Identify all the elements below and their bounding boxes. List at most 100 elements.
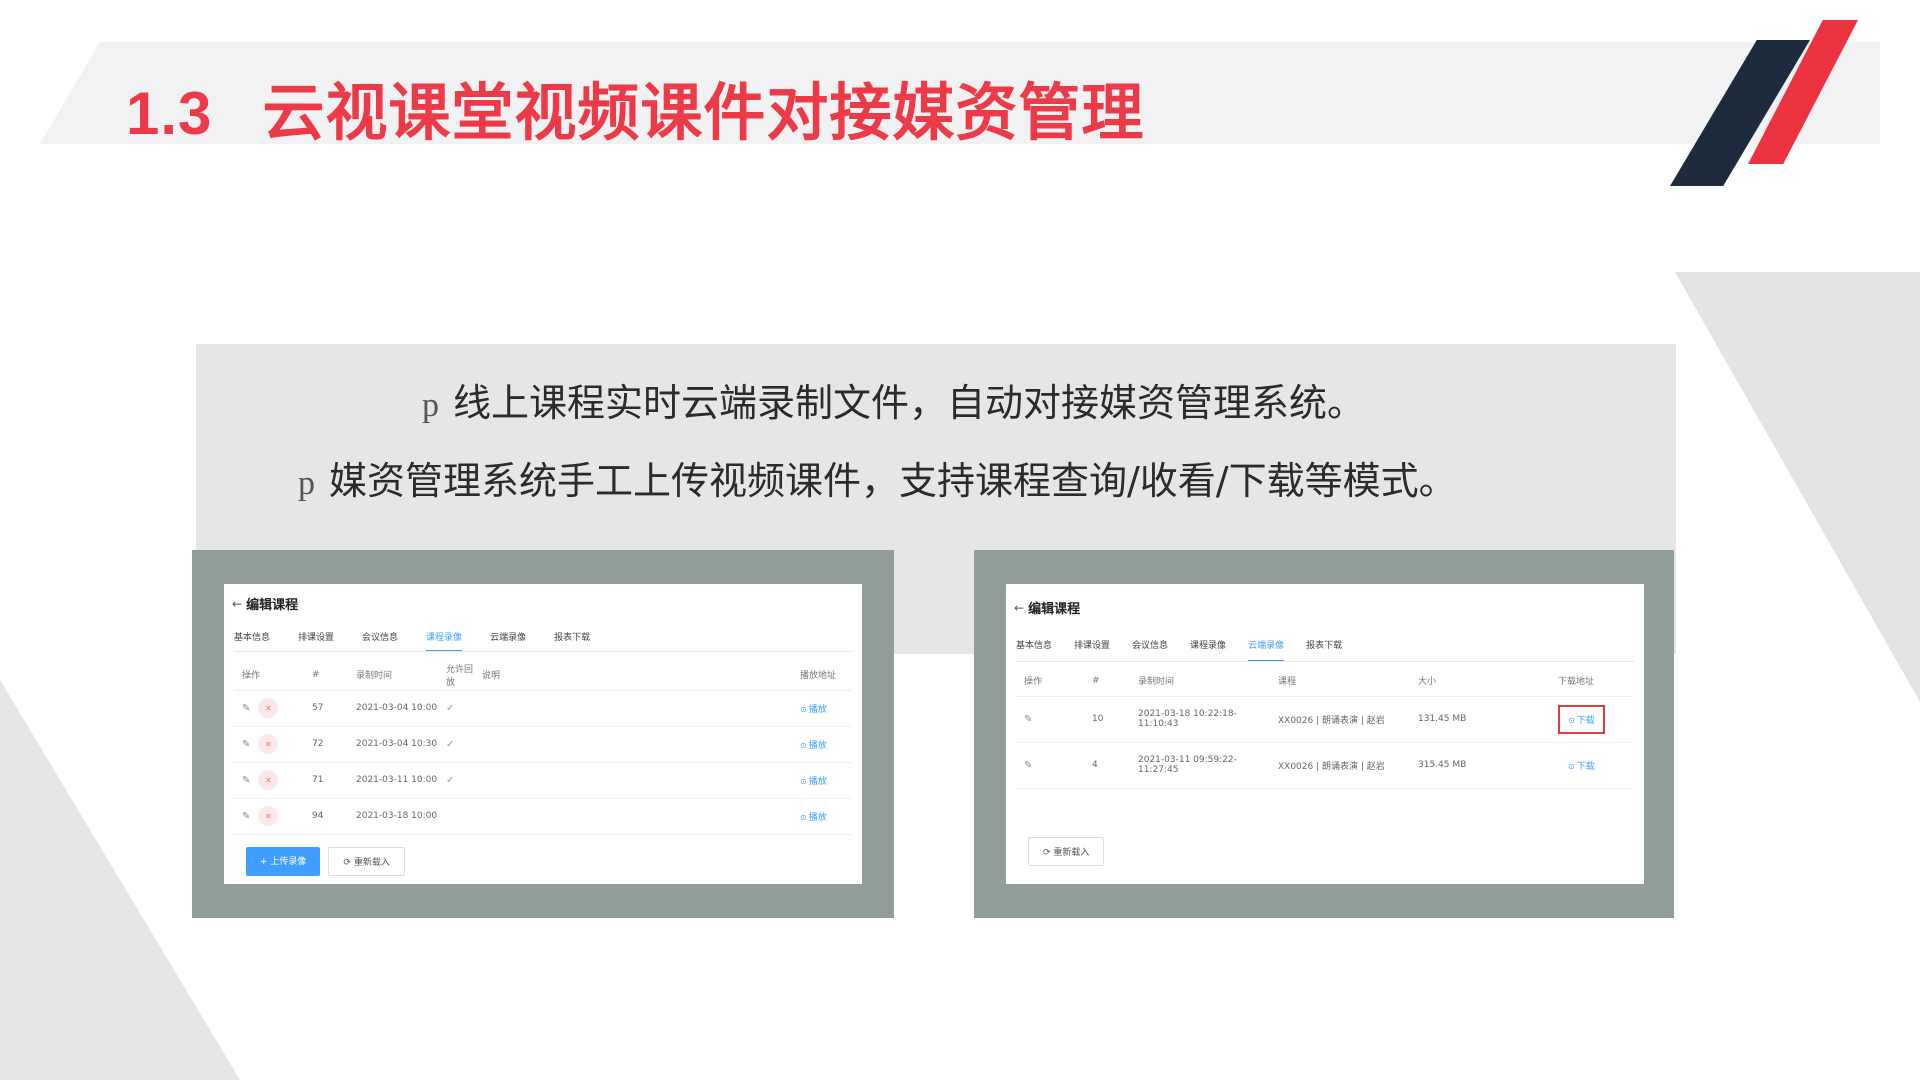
row-time: 2021-03-18 10:22:18-11:10:43 [1130,696,1270,743]
play-link[interactable]: ⊙ 播放 [800,777,827,787]
slide-title-text: 云视课堂视频课件对接媒资管理 [262,76,1145,149]
delete-icon[interactable]: ✕ [258,734,279,754]
tab-schedule[interactable]: 排课设置 [298,630,334,651]
delete-icon[interactable]: ✕ [258,806,279,826]
table-header-row: 操作 # 录制时间 课程 大小 下载地址 [1016,666,1634,697]
tab-bar: 基本信息 排课设置 会议信息 课程录像 云端录像 报表下载 [1016,638,1634,662]
tab-basic-info[interactable]: 基本信息 [1016,638,1052,661]
tab-meeting-info[interactable]: 会议信息 [362,630,398,651]
row-id: 72 [304,726,348,763]
bullet-item: p 媒资管理系统手工上传视频课件，支持课程查询/收看/下载等模式。 [298,450,1457,505]
row-course: XX0026 | 朗诵表演 | 赵岩 [1270,742,1410,789]
tab-course-recordings[interactable]: 课程录像 [426,630,463,651]
panel-title: 编辑课程 [1028,602,1081,617]
row-time: 2021-03-18 10:00 [348,798,438,835]
edit-icon[interactable]: ✎ [1024,714,1032,725]
delete-icon[interactable]: ✕ [258,770,279,790]
table-header-row: 操作 # 录制时间 允许回放 说明 播放地址 [234,660,852,691]
download-icon: ⊙ [1568,715,1575,725]
column-header: 大小 [1410,666,1550,697]
column-header: 允许回放 [438,660,474,691]
edit-icon[interactable]: ✎ [242,739,250,750]
tab-cloud-recordings[interactable]: 云端录像 [490,630,526,651]
table-row: ✎ 10 2021-03-18 10:22:18-11:10:43 XX0026… [1016,696,1634,743]
column-header: 说明 [474,660,792,691]
decorative-triangle-right [1675,272,1920,702]
tab-bar: 基本信息 排课设置 会议信息 课程录像 云端录像 报表下载 [234,630,852,652]
row-time: 2021-03-11 09:59:22-11:27:45 [1130,742,1270,789]
tab-cloud-recordings[interactable]: 云端录像 [1248,638,1285,661]
row-course: XX0026 | 朗诵表演 | 赵岩 [1270,696,1410,743]
back-arrow-icon[interactable]: ← [232,597,242,611]
edit-icon[interactable]: ✎ [1024,760,1032,771]
recordings-table: 操作 # 录制时间 允许回放 说明 播放地址 ✎ ✕ 57 2021-03-04 … [234,660,852,835]
download-icon: ⊙ [1568,761,1575,771]
row-id: 57 [304,690,348,727]
download-link[interactable]: ⊙ 下载 [1558,762,1595,772]
check-icon [438,798,474,835]
bullet-marker: p [422,387,439,424]
edit-icon[interactable]: ✎ [242,811,250,822]
table-row: ✎ ✕ 71 2021-03-11 10:00 ✓ ⊙ 播放 [234,762,852,799]
tab-basic-info[interactable]: 基本信息 [234,630,270,651]
column-header: # [1084,666,1130,697]
button-row: + 上传录像 ⟳ 重新载入 [246,847,405,876]
bullet-marker: p [298,465,315,502]
row-id: 10 [1084,696,1130,743]
upload-recording-button[interactable]: + 上传录像 [246,847,321,876]
table-row: ✎ 4 2021-03-11 09:59:22-11:27:45 XX0026 … [1016,742,1634,789]
row-time: 2021-03-04 10:00 [348,690,438,727]
edit-icon[interactable]: ✎ [242,775,250,786]
tab-course-recordings[interactable]: 课程录像 [1190,638,1226,661]
play-link[interactable]: ⊙ 播放 [800,813,827,823]
delete-icon[interactable]: ✕ [258,698,279,718]
column-header: 操作 [234,660,304,691]
column-header: 录制时间 [1130,666,1270,697]
refresh-icon: ⟳ [343,858,354,868]
bullet-text: 线上课程实时云端录制文件，自动对接媒资管理系统。 [453,381,1366,425]
cloud-recordings-table: 操作 # 录制时间 课程 大小 下载地址 ✎ 10 2021-03-18 10:… [1016,666,1634,789]
row-id: 4 [1084,742,1130,789]
row-id: 71 [304,762,348,799]
download-link[interactable]: ⊙ 下载 [1558,704,1605,734]
panel-header: ← 编辑课程 [232,594,299,614]
tab-report-download[interactable]: 报表下载 [554,630,590,651]
column-header: 播放地址 [792,660,852,691]
reload-button[interactable]: ⟳ 重新载入 [1028,837,1105,866]
check-icon: ✓ [438,762,474,799]
row-id: 94 [304,798,348,835]
column-header: 课程 [1270,666,1410,697]
play-link[interactable]: ⊙ 播放 [800,705,827,715]
edit-icon[interactable]: ✎ [242,703,250,714]
table-row: ✎ ✕ 72 2021-03-04 10:30 ✓ ⊙ 播放 [234,726,852,763]
row-size: 315.45 MB [1410,742,1550,789]
table-row: ✎ ✕ 57 2021-03-04 10:00 ✓ ⊙ 播放 [234,690,852,727]
play-link[interactable]: ⊙ 播放 [800,741,827,751]
tab-report-download[interactable]: 报表下载 [1306,638,1342,661]
row-note [474,726,792,763]
check-icon: ✓ [438,726,474,763]
panel-title: 编辑课程 [246,598,299,613]
reload-button[interactable]: ⟳ 重新载入 [328,847,405,876]
bullet-item: p 线上课程实时云端录制文件，自动对接媒资管理系统。 [422,372,1365,427]
play-icon: ⊙ [800,812,807,822]
cloud-recordings-panel: ← 编辑课程 基本信息 排课设置 会议信息 课程录像 云端录像 报表下载 操作 … [1006,584,1644,884]
row-time: 2021-03-11 10:00 [348,762,438,799]
row-time: 2021-03-04 10:30 [348,726,438,763]
course-recordings-panel: ← 编辑课程 基本信息 排课设置 会议信息 课程录像 云端录像 报表下载 操作 … [224,584,862,884]
row-note [474,762,792,799]
column-header: 下载地址 [1550,666,1634,697]
column-header: 操作 [1016,666,1084,697]
tab-schedule[interactable]: 排课设置 [1074,638,1110,661]
tab-meeting-info[interactable]: 会议信息 [1132,638,1168,661]
column-header: 录制时间 [348,660,438,691]
slide-title-number: 1.3 [126,80,213,147]
play-icon: ⊙ [800,740,807,750]
bullet-text: 媒资管理系统手工上传视频课件，支持课程查询/收看/下载等模式。 [329,459,1457,503]
table-row: ✎ ✕ 94 2021-03-18 10:00 ⊙ 播放 [234,798,852,835]
row-note [474,798,792,835]
back-arrow-icon[interactable]: ← [1014,601,1024,615]
play-icon: ⊙ [800,704,807,714]
play-icon: ⊙ [800,776,807,786]
slide-title: 1.3 云视课堂视频课件对接媒资管理 [126,62,1144,152]
